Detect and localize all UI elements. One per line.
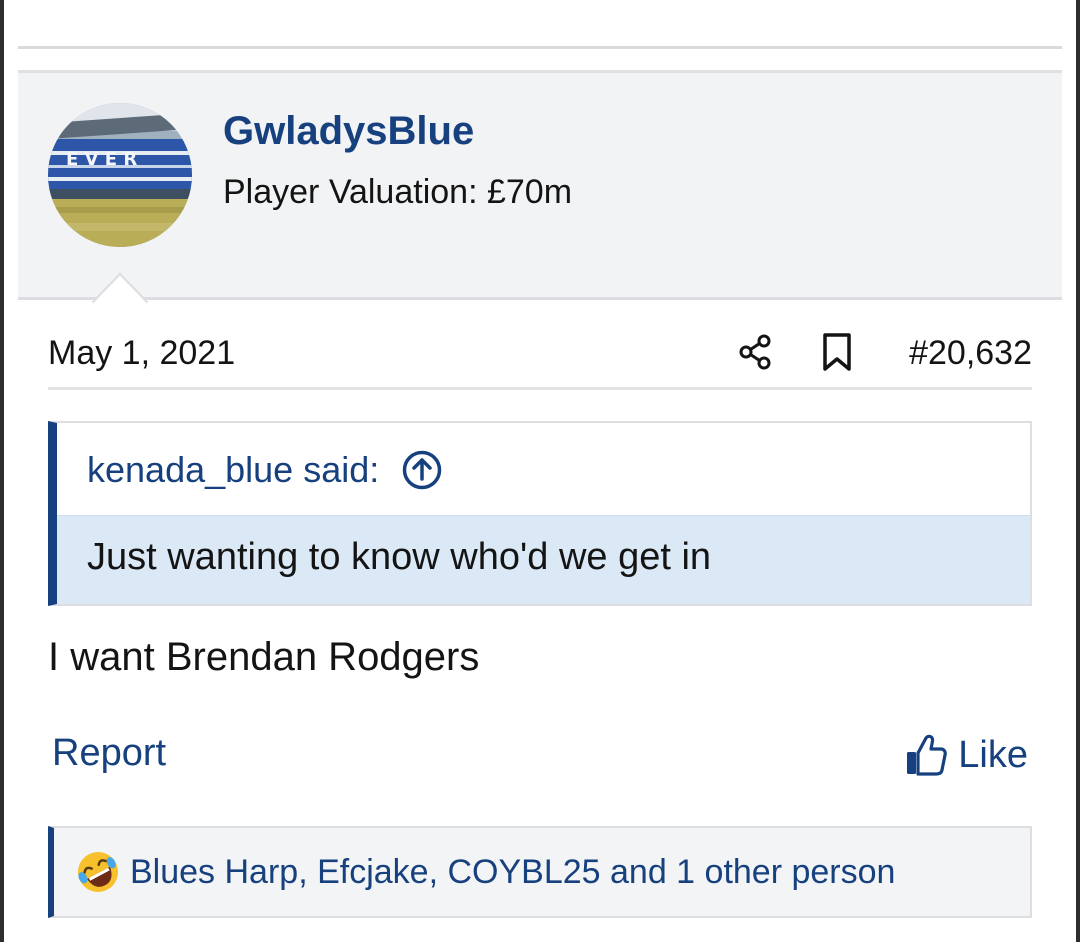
- post-number[interactable]: #20,632: [909, 334, 1032, 373]
- meta-divider: [48, 387, 1032, 390]
- quote-header: kenada_blue said:: [87, 449, 443, 491]
- thumbs-up-icon: [907, 734, 948, 776]
- bookmark-icon[interactable]: [818, 332, 856, 372]
- post-message: I want Brendan Rodgers: [48, 635, 480, 679]
- quote-block: kenada_blue said: Just wanting to know w…: [48, 421, 1032, 606]
- quote-text: Just wanting to know who'd we get in: [87, 536, 712, 578]
- svg-text:E V E R: E V E R: [66, 149, 137, 170]
- post-meta-row: May 1, 2021 #20,632: [48, 330, 1032, 380]
- like-button[interactable]: Like: [904, 730, 1028, 780]
- post-user-header: E V E R GwladysBlue Player Valuation: £7…: [18, 70, 1062, 303]
- like-label: Like: [958, 733, 1028, 776]
- quote-author[interactable]: kenada_blue said:: [87, 449, 379, 491]
- report-link[interactable]: Report: [52, 732, 166, 775]
- window-frame-right: [1076, 0, 1080, 942]
- window-frame-left: [0, 0, 4, 942]
- message-arrow-notch: [92, 272, 148, 303]
- divider-line: [18, 46, 1062, 49]
- post-date[interactable]: May 1, 2021: [48, 334, 235, 373]
- reactions-bar[interactable]: Blues Harp, Efcjake, COYBL25 and 1 other…: [48, 826, 1032, 918]
- avatar[interactable]: E V E R: [48, 103, 192, 247]
- arrow-up-circle-icon[interactable]: [401, 449, 443, 491]
- quote-content: Just wanting to know who'd we get in: [57, 515, 1030, 604]
- username-link[interactable]: GwladysBlue: [223, 109, 474, 154]
- stadium-avatar-image: E V E R: [48, 103, 192, 247]
- share-icon[interactable]: [736, 332, 776, 372]
- reaction-users[interactable]: Blues Harp, Efcjake, COYBL25 and 1 other…: [130, 853, 895, 892]
- rolling-on-floor-laughing-icon: [78, 852, 118, 892]
- user-title: Player Valuation: £70m: [223, 173, 573, 211]
